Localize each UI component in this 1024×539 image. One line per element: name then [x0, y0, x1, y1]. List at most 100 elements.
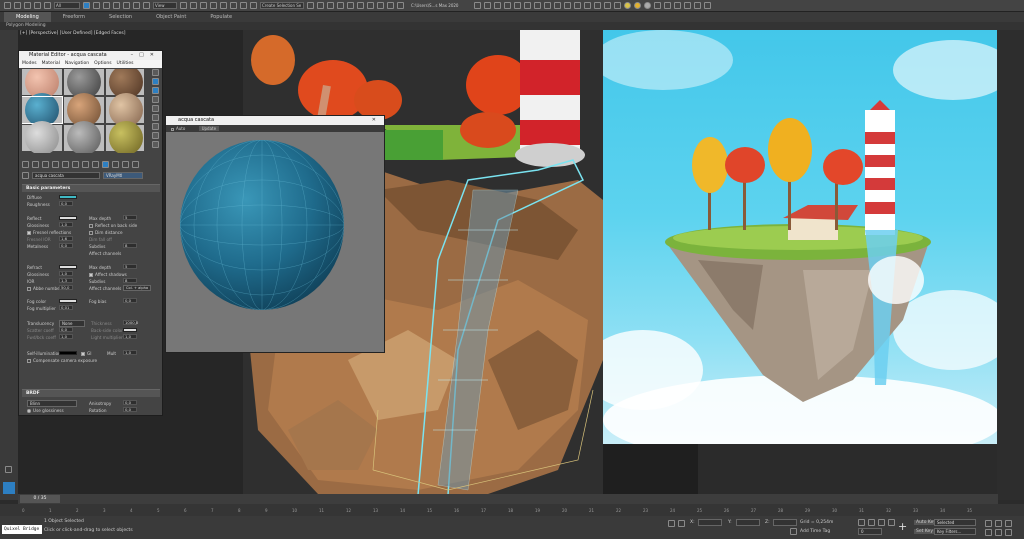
fog-multiplier-spinner[interactable]: 0,01: [59, 305, 73, 310]
render-setup-icon[interactable]: [377, 2, 384, 9]
tab-populate[interactable]: Populate: [198, 12, 244, 22]
view-dropdown[interactable]: View: [153, 2, 177, 9]
material-editor-icon[interactable]: [367, 2, 374, 9]
use-glossiness-radio[interactable]: Use glossiness: [27, 408, 64, 413]
key-mode-dropdown[interactable]: Selected: [934, 519, 976, 526]
preview-close-icon[interactable]: ✕: [372, 116, 382, 125]
max-depth-spinner[interactable]: 5: [123, 215, 137, 220]
go-to-parent-icon[interactable]: [122, 161, 129, 168]
make-preview-icon[interactable]: [151, 114, 159, 121]
vray-icon-8[interactable]: [574, 2, 581, 9]
viewport-layout-icon[interactable]: [5, 466, 12, 473]
preview-update-button[interactable]: Update: [198, 126, 220, 131]
sample-slot-active[interactable]: [22, 93, 63, 127]
menu-options[interactable]: Options: [94, 60, 111, 68]
percent-snap-icon[interactable]: [230, 2, 237, 9]
schematic-view-icon[interactable]: [357, 2, 364, 9]
tab-selection[interactable]: Selection: [97, 12, 144, 22]
sample-slot[interactable]: [64, 93, 104, 127]
dim-distance-checkbox[interactable]: Dim distance: [89, 230, 123, 235]
rotation-spinner[interactable]: 0,0: [123, 407, 137, 412]
keyboard-shortcut-icon[interactable]: [200, 2, 207, 9]
scale-icon[interactable]: [143, 2, 150, 9]
pan-icon[interactable]: [995, 529, 1002, 536]
go-forward-icon[interactable]: [132, 161, 139, 168]
fresnel-ior-spinner[interactable]: 1,6: [59, 236, 73, 241]
uv-tiling-icon[interactable]: [151, 96, 159, 103]
selection-filter-dropdown[interactable]: All: [54, 2, 80, 9]
undo-icon[interactable]: [4, 2, 11, 9]
reflect-swatch[interactable]: [59, 216, 77, 220]
reflect-back-checkbox[interactable]: Reflect on back side: [89, 223, 137, 228]
material-name-field[interactable]: acqua cascata: [32, 172, 100, 179]
background-icon[interactable]: [151, 87, 159, 94]
workspace-icon[interactable]: [474, 2, 481, 9]
put-to-library-icon[interactable]: [82, 161, 89, 168]
roughness-spinner[interactable]: 0,0: [59, 201, 73, 206]
absolute-mode-icon[interactable]: [678, 520, 685, 527]
back-side-swatch[interactable]: [123, 328, 137, 332]
tab-modeling[interactable]: Modeling: [4, 12, 51, 22]
mult-spinner[interactable]: 1,0: [123, 350, 137, 355]
fog-bias-spinner[interactable]: 0,0: [123, 298, 137, 303]
scatter-spinner[interactable]: 0,0: [59, 327, 73, 332]
go-to-start-icon[interactable]: [858, 519, 865, 526]
play-icon[interactable]: [878, 519, 885, 526]
pick-material-icon[interactable]: [22, 172, 29, 179]
copy-material-icon[interactable]: [62, 161, 69, 168]
light-multiplier-spinner[interactable]: 1,0: [123, 334, 137, 339]
metalness-spinner[interactable]: 0,0: [59, 243, 73, 248]
vray-icon-2[interactable]: [514, 2, 521, 9]
sample-slot[interactable]: [22, 69, 62, 99]
bind-icon[interactable]: [44, 2, 51, 9]
self-illum-swatch[interactable]: [59, 351, 77, 355]
selection-set-dropdown[interactable]: Create Selection Se: [260, 2, 304, 9]
rollout-brdf[interactable]: BRDF: [22, 389, 160, 397]
material-editor-titlebar[interactable]: Material Editor - acqua cascata –□✕: [19, 51, 162, 60]
spinner-snap-icon[interactable]: [240, 2, 247, 9]
window-controls[interactable]: –□✕: [131, 51, 160, 60]
show-shaded-icon[interactable]: [102, 161, 109, 168]
vray-icon-6[interactable]: [554, 2, 561, 9]
rect-select-icon[interactable]: [103, 2, 110, 9]
assign-material-icon[interactable]: [42, 161, 49, 168]
fog-color-swatch[interactable]: [59, 299, 77, 303]
y-coordinate-field[interactable]: [736, 519, 760, 526]
vray-icon-7[interactable]: [564, 2, 571, 9]
vray-icon-11[interactable]: [604, 2, 611, 9]
backlight-icon[interactable]: [151, 78, 159, 85]
orbit-icon[interactable]: [1005, 529, 1012, 536]
options-icon[interactable]: [151, 123, 159, 130]
add-time-tag-button[interactable]: Add Time Tag: [800, 529, 830, 534]
refract-subdivs-spinner[interactable]: 8: [123, 278, 137, 283]
set-key-button[interactable]: Set Key: [914, 529, 935, 534]
select-name-icon[interactable]: [93, 2, 100, 9]
show-end-result-icon[interactable]: [112, 161, 119, 168]
zoom-extents-icon[interactable]: [1005, 520, 1012, 527]
refract-swatch[interactable]: [59, 265, 77, 269]
refract-glossiness-spinner[interactable]: 1,0: [59, 271, 73, 276]
redo-icon[interactable]: [14, 2, 21, 9]
menu-utilities[interactable]: Utilities: [117, 60, 134, 68]
sample-type-icon[interactable]: [151, 69, 159, 76]
diffuse-swatch[interactable]: [59, 195, 77, 199]
align-icon[interactable]: [317, 2, 324, 9]
vray-icon-3[interactable]: [524, 2, 531, 9]
video-check-icon[interactable]: [151, 105, 159, 112]
fresnel-checkbox[interactable]: Fresnel reflections: [27, 230, 71, 235]
window-crossing-icon[interactable]: [113, 2, 120, 9]
sample-slot[interactable]: [64, 69, 104, 99]
toggle-ribbon-icon[interactable]: [337, 2, 344, 9]
move-icon[interactable]: [123, 2, 130, 9]
track-bar[interactable]: 0 1 2 3 4 5 6 7 8 9 10 11 12 13 14 15 16 17 18 19 20 21 22 23 24…: [0, 504, 1024, 516]
compensate-checkbox[interactable]: Compensate camera exposure: [27, 358, 97, 363]
abbe-spinner[interactable]: 50,0: [59, 285, 73, 290]
sample-slot[interactable]: [22, 121, 62, 153]
vray-sphere-icon[interactable]: [694, 2, 701, 9]
get-material-icon[interactable]: [22, 161, 29, 168]
preview-titlebar[interactable]: acqua cascata ✕: [166, 116, 384, 125]
abbe-checkbox[interactable]: Abbe number: [27, 286, 61, 291]
vray-clipper-icon[interactable]: [704, 2, 711, 9]
glossiness-spinner[interactable]: 1,0: [59, 222, 73, 227]
refract-affect-dropdown[interactable]: Col. + alpha: [123, 285, 151, 291]
